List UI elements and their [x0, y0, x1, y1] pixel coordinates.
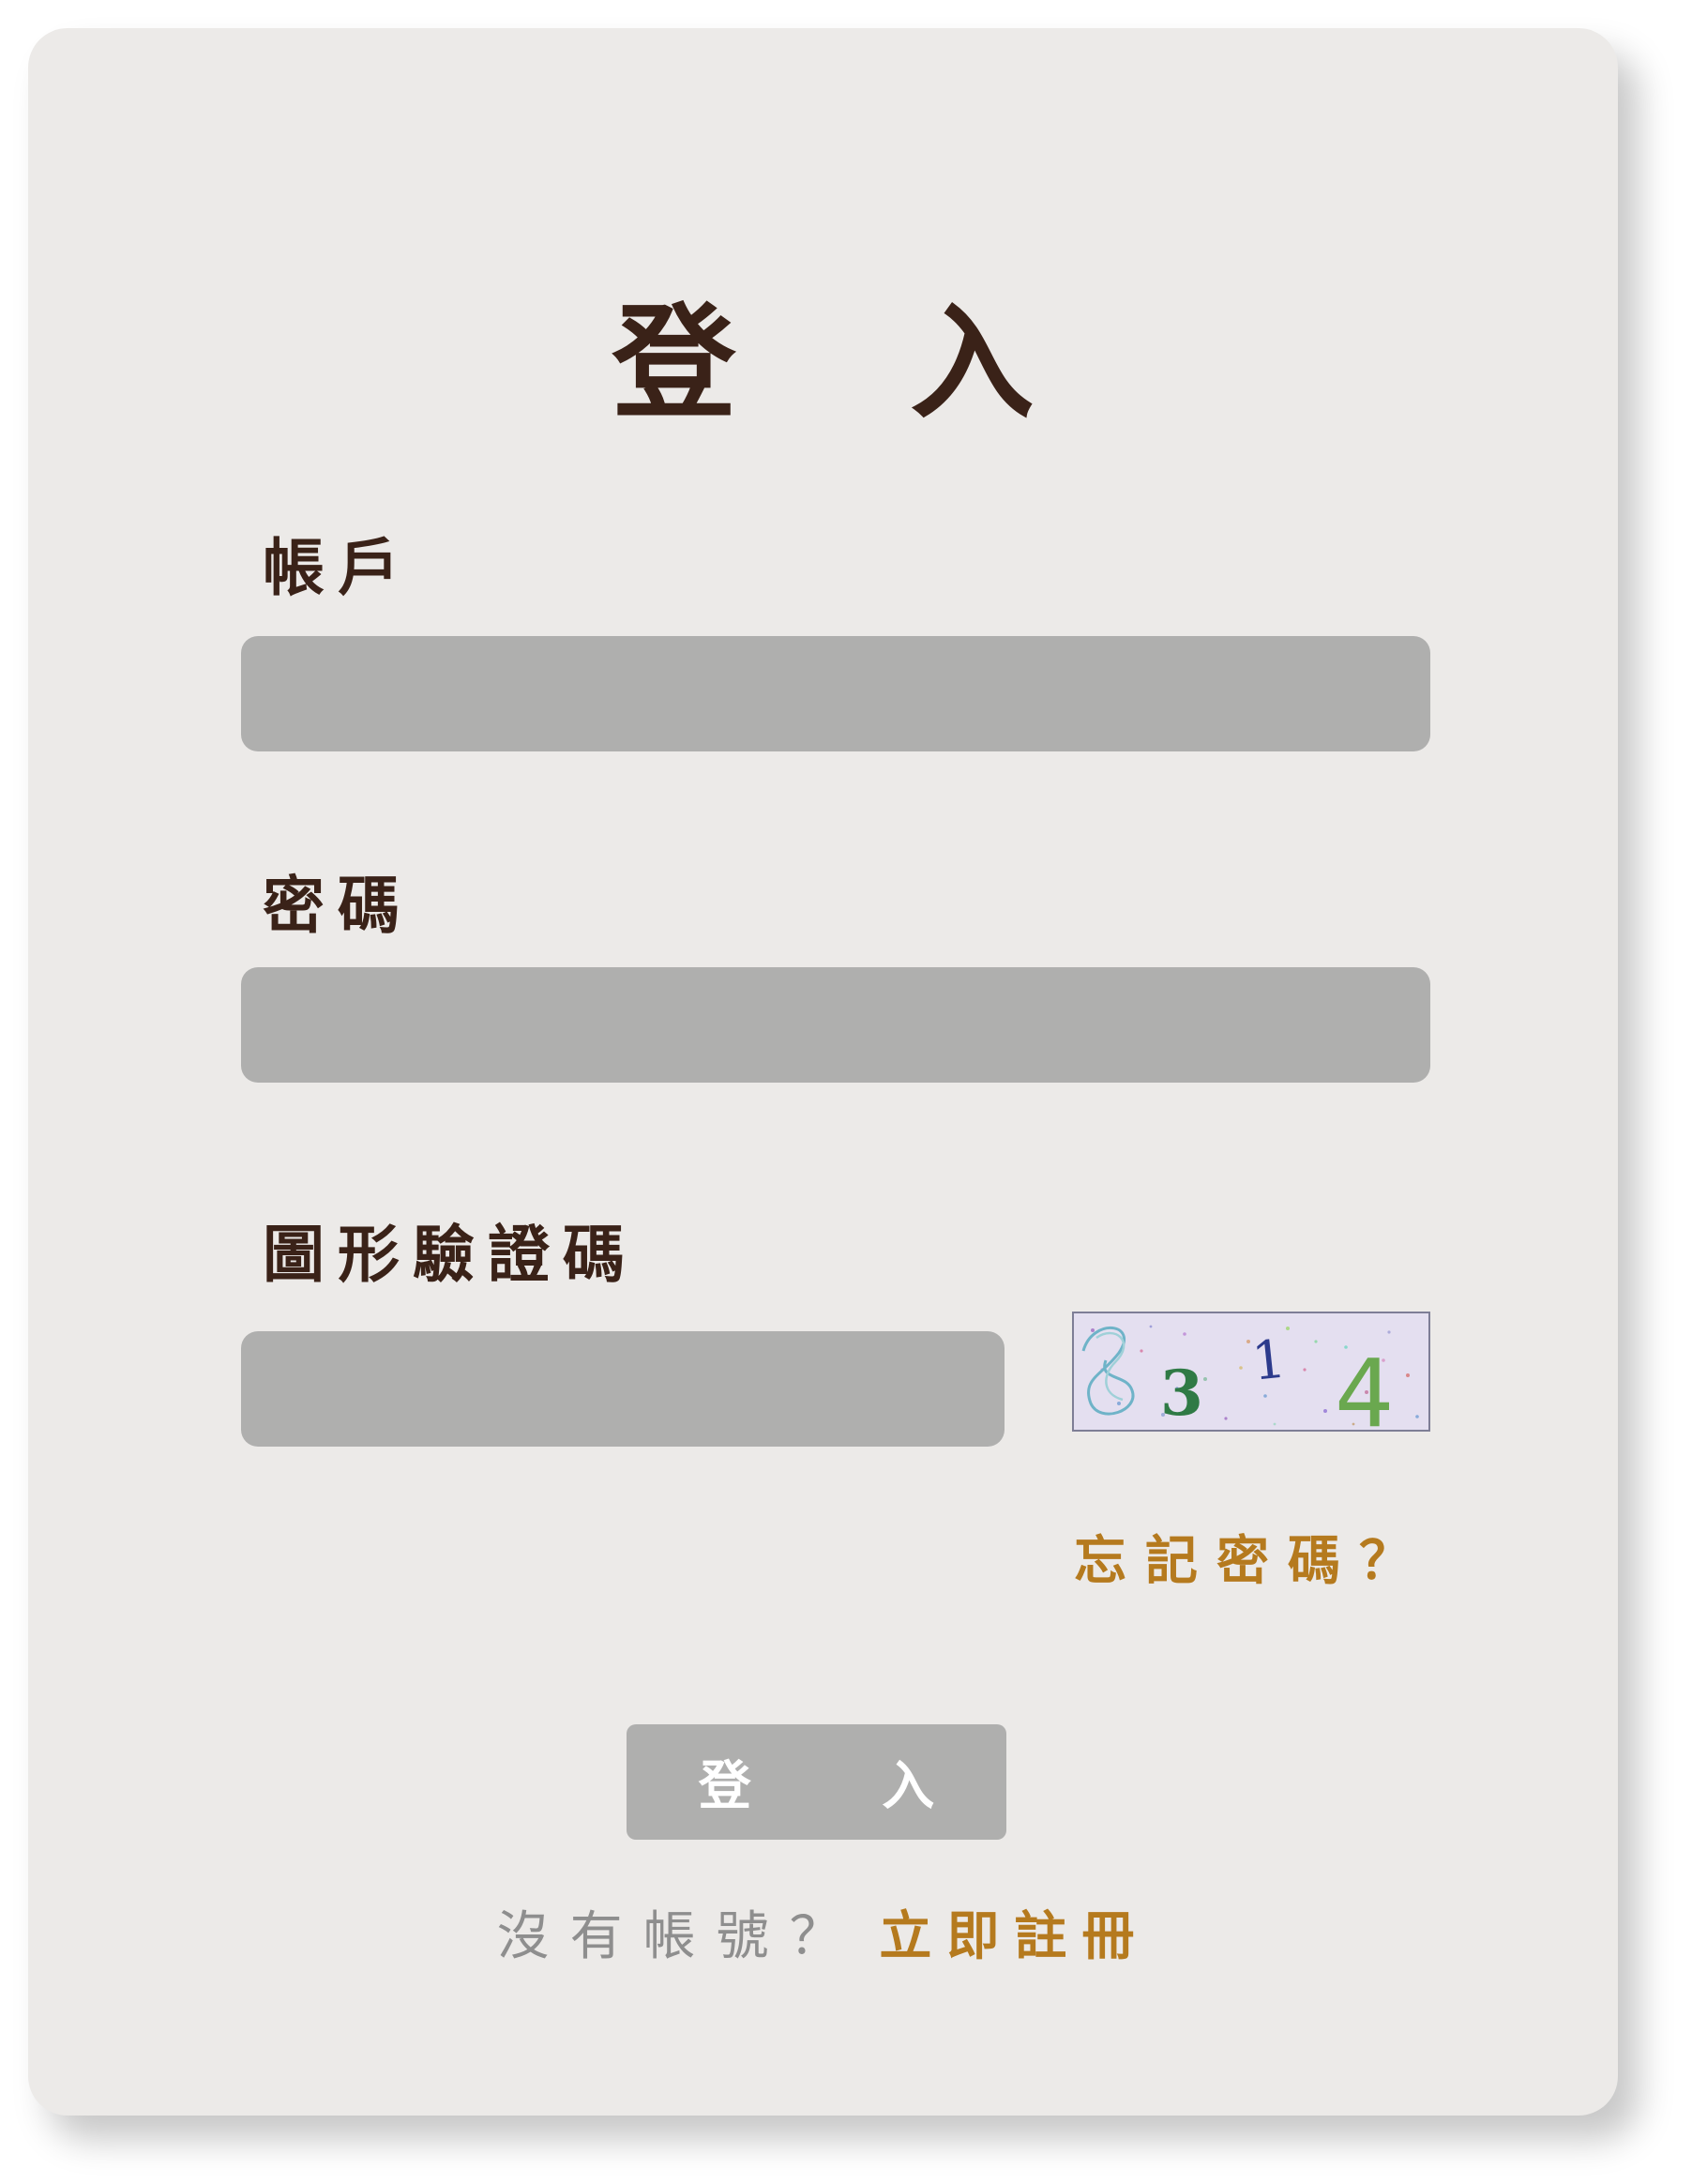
- captcha-label: 圖形驗證碼: [263, 1218, 638, 1291]
- account-input[interactable]: [241, 636, 1430, 751]
- account-label: 帳戶: [263, 531, 413, 604]
- page-title: 登 入: [612, 291, 1100, 436]
- captcha-graphic: 3 1 4: [1081, 1325, 1419, 1430]
- captcha-input[interactable]: [241, 1331, 1005, 1447]
- captcha-digit-1: 3: [1160, 1357, 1203, 1430]
- captcha-digit-2: 1: [1249, 1328, 1289, 1392]
- password-label: 密碼: [263, 869, 413, 942]
- password-input[interactable]: [241, 967, 1430, 1083]
- signup-link[interactable]: 立即註冊: [879, 1906, 1149, 1967]
- signup-row: 沒有帳號？ 立即註冊: [28, 1895, 1618, 1979]
- captcha-swirl-inner: [1095, 1331, 1125, 1402]
- captcha-image[interactable]: 3 1 4: [1072, 1312, 1430, 1432]
- login-card: 登 入 帳戶 密碼 圖形驗證碼 3 1 4 忘記密碼？ 登 入 沒有帳號？ 立即…: [28, 28, 1618, 2116]
- signup-prompt: 沒有帳號？: [496, 1906, 863, 1967]
- captcha-digit-3: 4: [1335, 1339, 1395, 1430]
- forgot-password-link[interactable]: 忘記密碼？: [1074, 1524, 1430, 1600]
- login-button[interactable]: 登 入: [627, 1724, 1006, 1840]
